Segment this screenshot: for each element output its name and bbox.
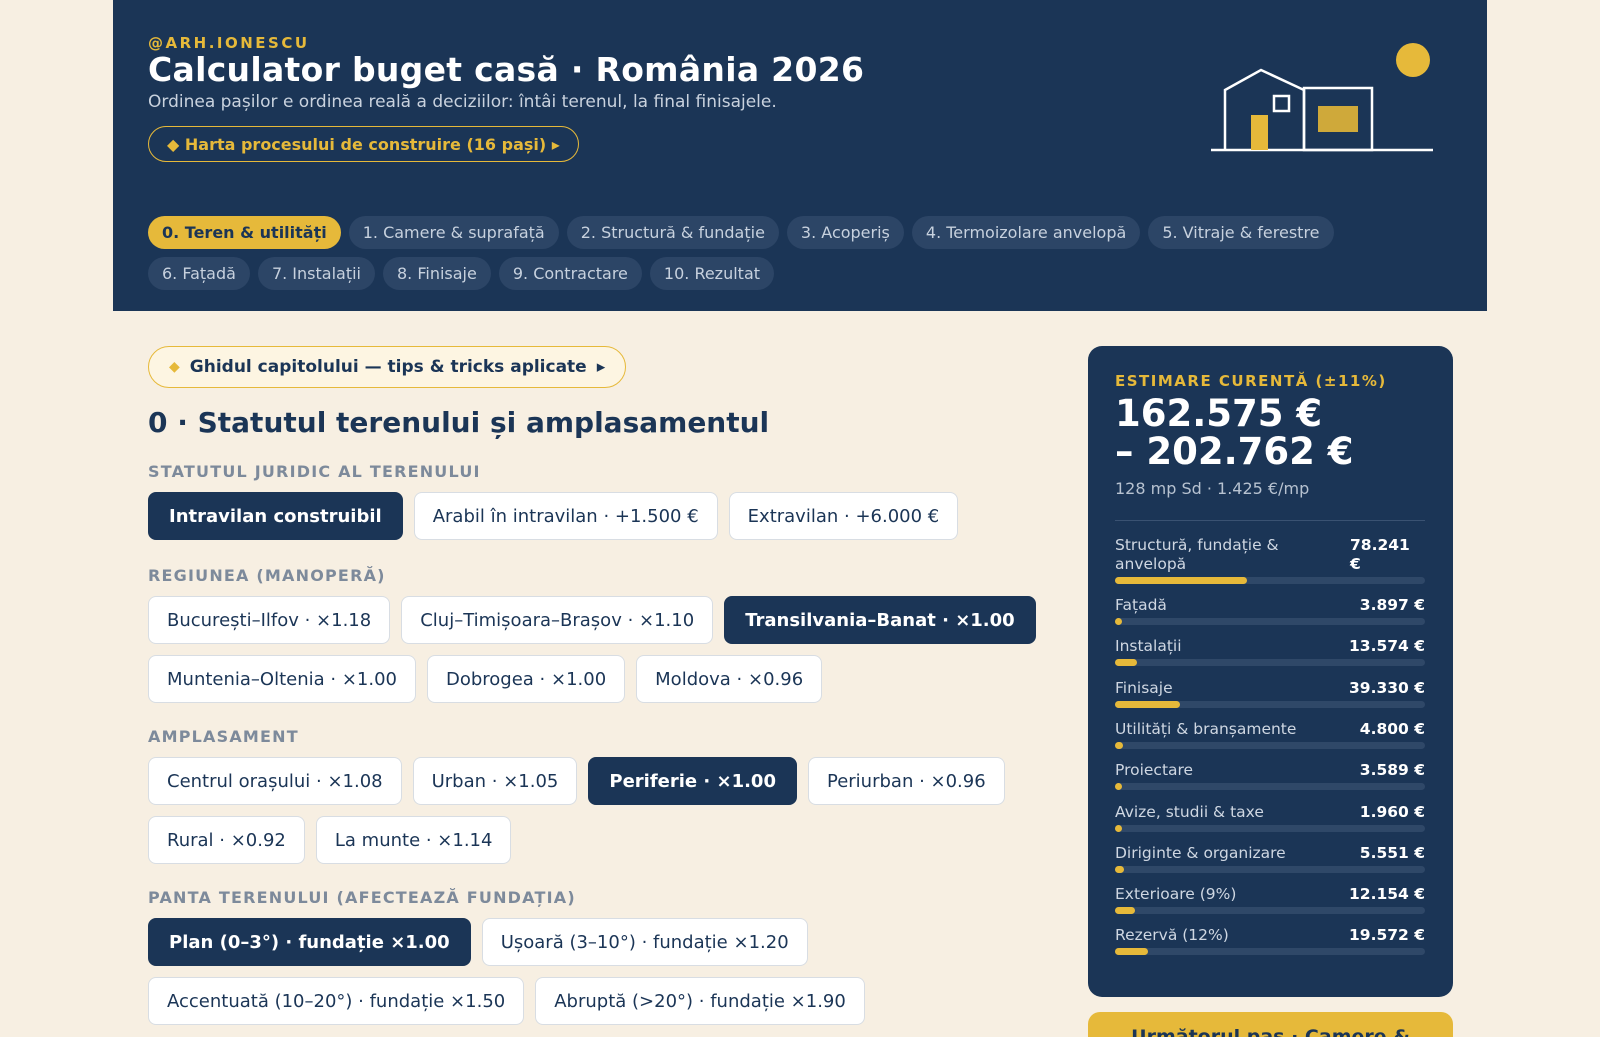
region-option[interactable]: București–Ilfov · ×1.18 — [148, 596, 391, 644]
cost-item-name: Exterioare (9%) — [1115, 885, 1237, 904]
process-map-button[interactable]: ◆ Harta procesului de construire (16 paș… — [148, 126, 579, 162]
step-tab-6[interactable]: 6. Fațadă — [148, 257, 250, 290]
cost-item-value: 39.330 € — [1349, 678, 1425, 697]
cost-item-bar-fill — [1115, 783, 1122, 791]
legal-option[interactable]: Intravilan construibil — [148, 492, 403, 540]
location-options-row-2: Rural · ×0.92 La munte · ×1.14 — [148, 816, 512, 864]
step-tab-5[interactable]: 5. Vitraje & ferestre — [1148, 216, 1334, 249]
slope-options-row-2: Accentuată (10–20°) · fundație ×1.50 Abru… — [148, 977, 865, 1025]
region-option[interactable]: Cluj–Timișoara–Brașov · ×1.10 — [401, 596, 714, 644]
page-subtitle: Ordinea pașilor e ordinea reală a decizi… — [148, 92, 777, 112]
cost-item-name: Utilități & branșamente — [1115, 719, 1297, 738]
slope-option[interactable]: Abruptă (>20°) · fundație ×1.90 — [535, 977, 865, 1025]
legal-status-label: STATUTUL JURIDIC AL TERENULUI — [148, 462, 481, 481]
location-option[interactable]: Periurban · ×0.96 — [807, 757, 1005, 805]
cost-item-value: 1.960 € — [1359, 802, 1425, 821]
step-tab-8[interactable]: 8. Finisaje — [382, 257, 491, 290]
next-step-button[interactable]: Următorul pas · Camere & — [1088, 1012, 1453, 1037]
step-tab-2[interactable]: 2. Structură & fundație — [566, 216, 779, 249]
estimate-panel: ESTIMARE CURENTĂ (±11%) 162.575 € – 202.… — [1088, 346, 1453, 997]
cost-item-value: 3.589 € — [1359, 761, 1425, 780]
step-tab-1[interactable]: 1. Camere & suprafață — [348, 216, 559, 249]
location-option[interactable]: Urban · ×1.05 — [412, 757, 578, 805]
cost-item-value: 3.897 € — [1359, 596, 1425, 614]
estimate-subtitle: 128 mp Sd · 1.425 €/mp — [1115, 479, 1310, 498]
estimate-low: 162.575 € — [1115, 392, 1323, 435]
location-option[interactable]: La munte · ×1.14 — [315, 816, 512, 864]
location-options-row-1: Centrul orașului · ×1.08 Urban · ×1.05 Per… — [148, 757, 1005, 805]
region-option[interactable]: Dobrogea · ×1.00 — [426, 655, 626, 703]
chapter-guide-label: Ghidul capitolului — tips & tricks aplic… — [189, 357, 587, 377]
page-title: Calculator buget casă · România 2026 — [148, 50, 865, 89]
slope-option[interactable]: Plan (0–3°) · fundație ×1.00 — [148, 918, 471, 966]
cost-item-bar-track — [1115, 659, 1425, 667]
header: @ARH.IONESCU Calculator buget casă · Rom… — [113, 0, 1487, 311]
cost-item-bar-fill — [1115, 577, 1247, 584]
cost-item-name: Finisaje — [1115, 678, 1173, 697]
region-option[interactable]: Moldova · ×0.96 — [636, 655, 823, 703]
region-options-row-2: Muntenia–Oltenia · ×1.00 Dobrogea · ×1.00… — [148, 655, 823, 703]
cost-item-value: 5.551 € — [1359, 843, 1425, 862]
cost-item-bar-track — [1115, 865, 1425, 873]
cost-item-value: 4.800 € — [1359, 719, 1425, 738]
legal-option[interactable]: Extravilan · +6.000 € — [728, 492, 959, 540]
slope-label: PANTA TERENULUI (AFECTEAZĂ FUNDAȚIA) — [148, 888, 576, 907]
cost-item-name: Structură, fundație & anvelopă — [1115, 536, 1279, 573]
cost-item-name: Fațadă — [1115, 596, 1167, 614]
step-tab-0[interactable]: 0. Teren & utilități — [148, 216, 341, 249]
legal-status-options: Intravilan construibil Arabil în intravil… — [148, 492, 959, 540]
location-option[interactable]: Periferie · ×1.00 — [588, 757, 797, 805]
region-option[interactable]: Transilvania–Banat · ×1.00 — [724, 596, 1036, 644]
cost-item-bar-track — [1115, 783, 1425, 791]
step-tab-7[interactable]: 7. Instalații — [257, 257, 375, 290]
cost-item-bar-fill — [1115, 741, 1123, 749]
cost-item-bar-fill — [1115, 700, 1181, 708]
chapter-guide-button[interactable]: ◆ Ghidul capitolului — tips & tricks apl… — [148, 346, 627, 388]
cost-item-name: Avize, studii & taxe — [1115, 802, 1264, 821]
location-option[interactable]: Centrul orașului · ×1.08 — [148, 757, 402, 805]
step-tab-3[interactable]: 3. Acoperiș — [786, 216, 904, 249]
cost-item-bar-track — [1115, 824, 1425, 832]
cost-item-name: Diriginte & organizare — [1115, 843, 1286, 862]
cost-item-bar-fill — [1115, 907, 1136, 915]
cost-item-bar-track — [1115, 618, 1425, 625]
cost-item-name: Instalații — [1115, 637, 1182, 656]
slope-option[interactable]: Accentuată (10–20°) · fundație ×1.50 — [148, 977, 525, 1025]
estimate-label: ESTIMARE CURENTĂ (±11%) — [1115, 372, 1387, 390]
cost-item-bar-fill — [1115, 824, 1122, 832]
location-label: AMPLASAMENT — [148, 727, 299, 746]
diamond-icon: ◆ — [169, 359, 180, 375]
step-tabs: 0. Teren & utilități 1. Camere & suprafaț… — [148, 216, 1428, 290]
chevron-right-icon: ▸ — [596, 357, 606, 377]
cost-item-bar-track — [1115, 741, 1425, 749]
step-tab-9[interactable]: 9. Contractare — [498, 257, 642, 290]
cost-item-value: 19.572 € — [1349, 926, 1425, 945]
cost-item-bar-track — [1115, 577, 1425, 584]
section-title: 0 · Statutul terenului și amplasamentul — [148, 406, 770, 439]
cost-item-value: 13.574 € — [1349, 637, 1425, 656]
cost-item-name: Proiectare — [1115, 761, 1194, 780]
cost-item-value: 12.154 € — [1349, 885, 1425, 904]
cost-item-bar-fill — [1115, 618, 1122, 625]
location-option[interactable]: Rural · ×0.92 — [148, 816, 305, 864]
cost-item-bar-fill — [1115, 865, 1125, 873]
step-tab-10[interactable]: 10. Rezultat — [649, 257, 775, 290]
step-tab-4[interactable]: 4. Termoizolare anvelopă — [911, 216, 1141, 249]
cost-item-name: Rezervă (12%) — [1115, 926, 1229, 945]
slope-options-row-1: Plan (0–3°) · fundație ×1.00 Ușoară (3–10… — [148, 918, 808, 966]
cost-item-bar-fill — [1115, 948, 1148, 956]
region-option[interactable]: Muntenia–Oltenia · ×1.00 — [148, 655, 416, 703]
legal-option[interactable]: Arabil în intravilan · +1.500 € — [413, 492, 718, 540]
cost-item-bar-track — [1115, 700, 1425, 708]
cost-item-bar-track — [1115, 948, 1425, 956]
region-label: REGIUNEA (MANOPERĂ) — [148, 566, 386, 585]
cost-item-value: 78.241 € — [1350, 536, 1410, 573]
cost-item-bar-fill — [1115, 659, 1137, 667]
estimate-high: – 202.762 € — [1115, 430, 1354, 473]
divider — [1115, 520, 1425, 521]
house-illustration-icon — [1211, 43, 1433, 152]
slope-option[interactable]: Ușoară (3–10°) · fundație ×1.20 — [481, 918, 808, 966]
region-options-row-1: București–Ilfov · ×1.18 Cluj–Timișoara–Br… — [148, 596, 1036, 644]
cost-item-bar-track — [1115, 907, 1425, 915]
